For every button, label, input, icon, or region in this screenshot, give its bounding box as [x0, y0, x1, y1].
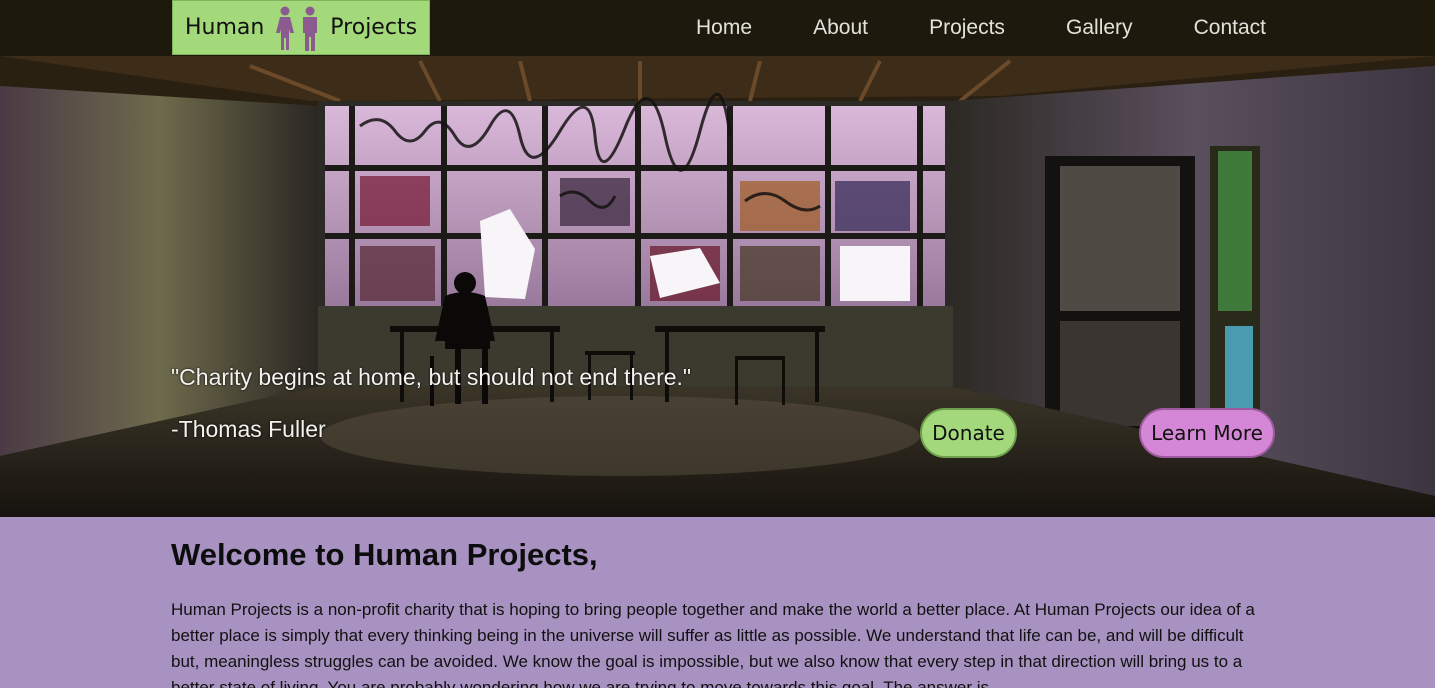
donate-button[interactable]: Donate	[920, 408, 1017, 458]
hero-quote: "Charity begins at home, but should not …	[171, 364, 692, 390]
hero-banner: "Charity begins at home, but should not …	[0, 56, 1435, 517]
hero-quote-author: -Thomas Fuller	[171, 416, 326, 442]
people-icon	[274, 4, 320, 52]
main-nav: Home About Projects Gallery Contact	[668, 0, 1288, 56]
logo-word-projects: Projects	[330, 15, 418, 40]
top-navigation-bar: Human Projects Home About Projects Galle…	[0, 0, 1435, 56]
nav-contact[interactable]: Contact	[1166, 12, 1266, 44]
nav-gallery[interactable]: Gallery	[1038, 12, 1133, 44]
nav-projects[interactable]: Projects	[901, 12, 1005, 44]
logo-word-human: Human	[184, 15, 265, 40]
learn-more-button[interactable]: Learn More	[1139, 408, 1275, 458]
nav-about[interactable]: About	[785, 12, 868, 44]
welcome-paragraph: Human Projects is a non-profit charity t…	[171, 600, 1255, 688]
site-logo[interactable]: Human Projects	[172, 0, 430, 55]
welcome-heading: Welcome to Human Projects,	[171, 537, 598, 572]
nav-home[interactable]: Home	[668, 12, 752, 44]
welcome-section: Welcome to Human Projects, Human Project…	[0, 517, 1435, 688]
